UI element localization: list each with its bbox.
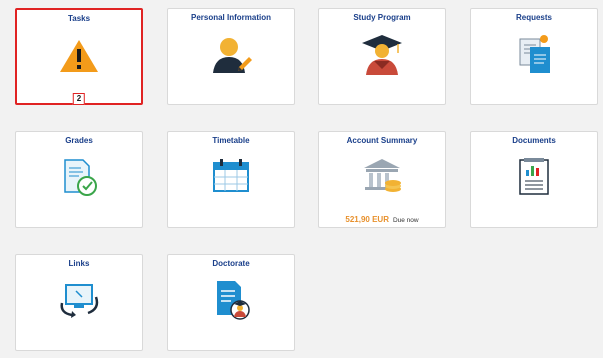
request-documents-icon [514, 33, 554, 80]
tile-title: Account Summary [346, 136, 418, 145]
tile-title: Timetable [212, 136, 250, 145]
tile-title: Study Program [353, 13, 411, 22]
grades-document-check-icon [59, 156, 99, 203]
tile-timetable[interactable]: Timetable [167, 131, 295, 228]
tile-tasks[interactable]: Tasks 2 [15, 8, 143, 105]
tile-personal-information[interactable]: Personal Information [167, 8, 295, 105]
document-doctorate-icon [211, 277, 251, 326]
bank-coins-icon [360, 156, 404, 201]
calendar-icon [210, 157, 252, 200]
tile-grades[interactable]: Grades [15, 131, 143, 228]
tile-title: Personal Information [190, 13, 271, 22]
amount-value: 521,90 EUR [345, 215, 389, 224]
due-label: Due now [392, 217, 419, 224]
tile-title: Grades [65, 136, 93, 145]
user-edit-icon [209, 35, 253, 80]
tile-doctorate[interactable]: Doctorate [167, 254, 295, 351]
tile-requests[interactable]: Requests [470, 8, 598, 105]
tile-title: Requests [515, 13, 552, 22]
tile-study-program[interactable]: Study Program [318, 8, 446, 105]
tile-links[interactable]: Links [15, 254, 143, 351]
tile-documents[interactable]: Documents [470, 131, 598, 228]
amount-due: 521,90 EUR Due now [319, 215, 445, 224]
tile-title: Tasks [67, 14, 91, 23]
tile-title: Doctorate [212, 259, 250, 268]
warning-icon [58, 38, 100, 79]
graduate-icon [358, 31, 406, 82]
task-count-badge: 2 [72, 93, 86, 105]
tile-title: Links [68, 259, 90, 268]
tile-title: Documents [512, 136, 556, 145]
tile-account-summary[interactable]: Account Summary 521,90 EUR Due now [318, 131, 446, 228]
report-chart-icon [514, 154, 554, 201]
screen-link-icon [56, 279, 102, 326]
